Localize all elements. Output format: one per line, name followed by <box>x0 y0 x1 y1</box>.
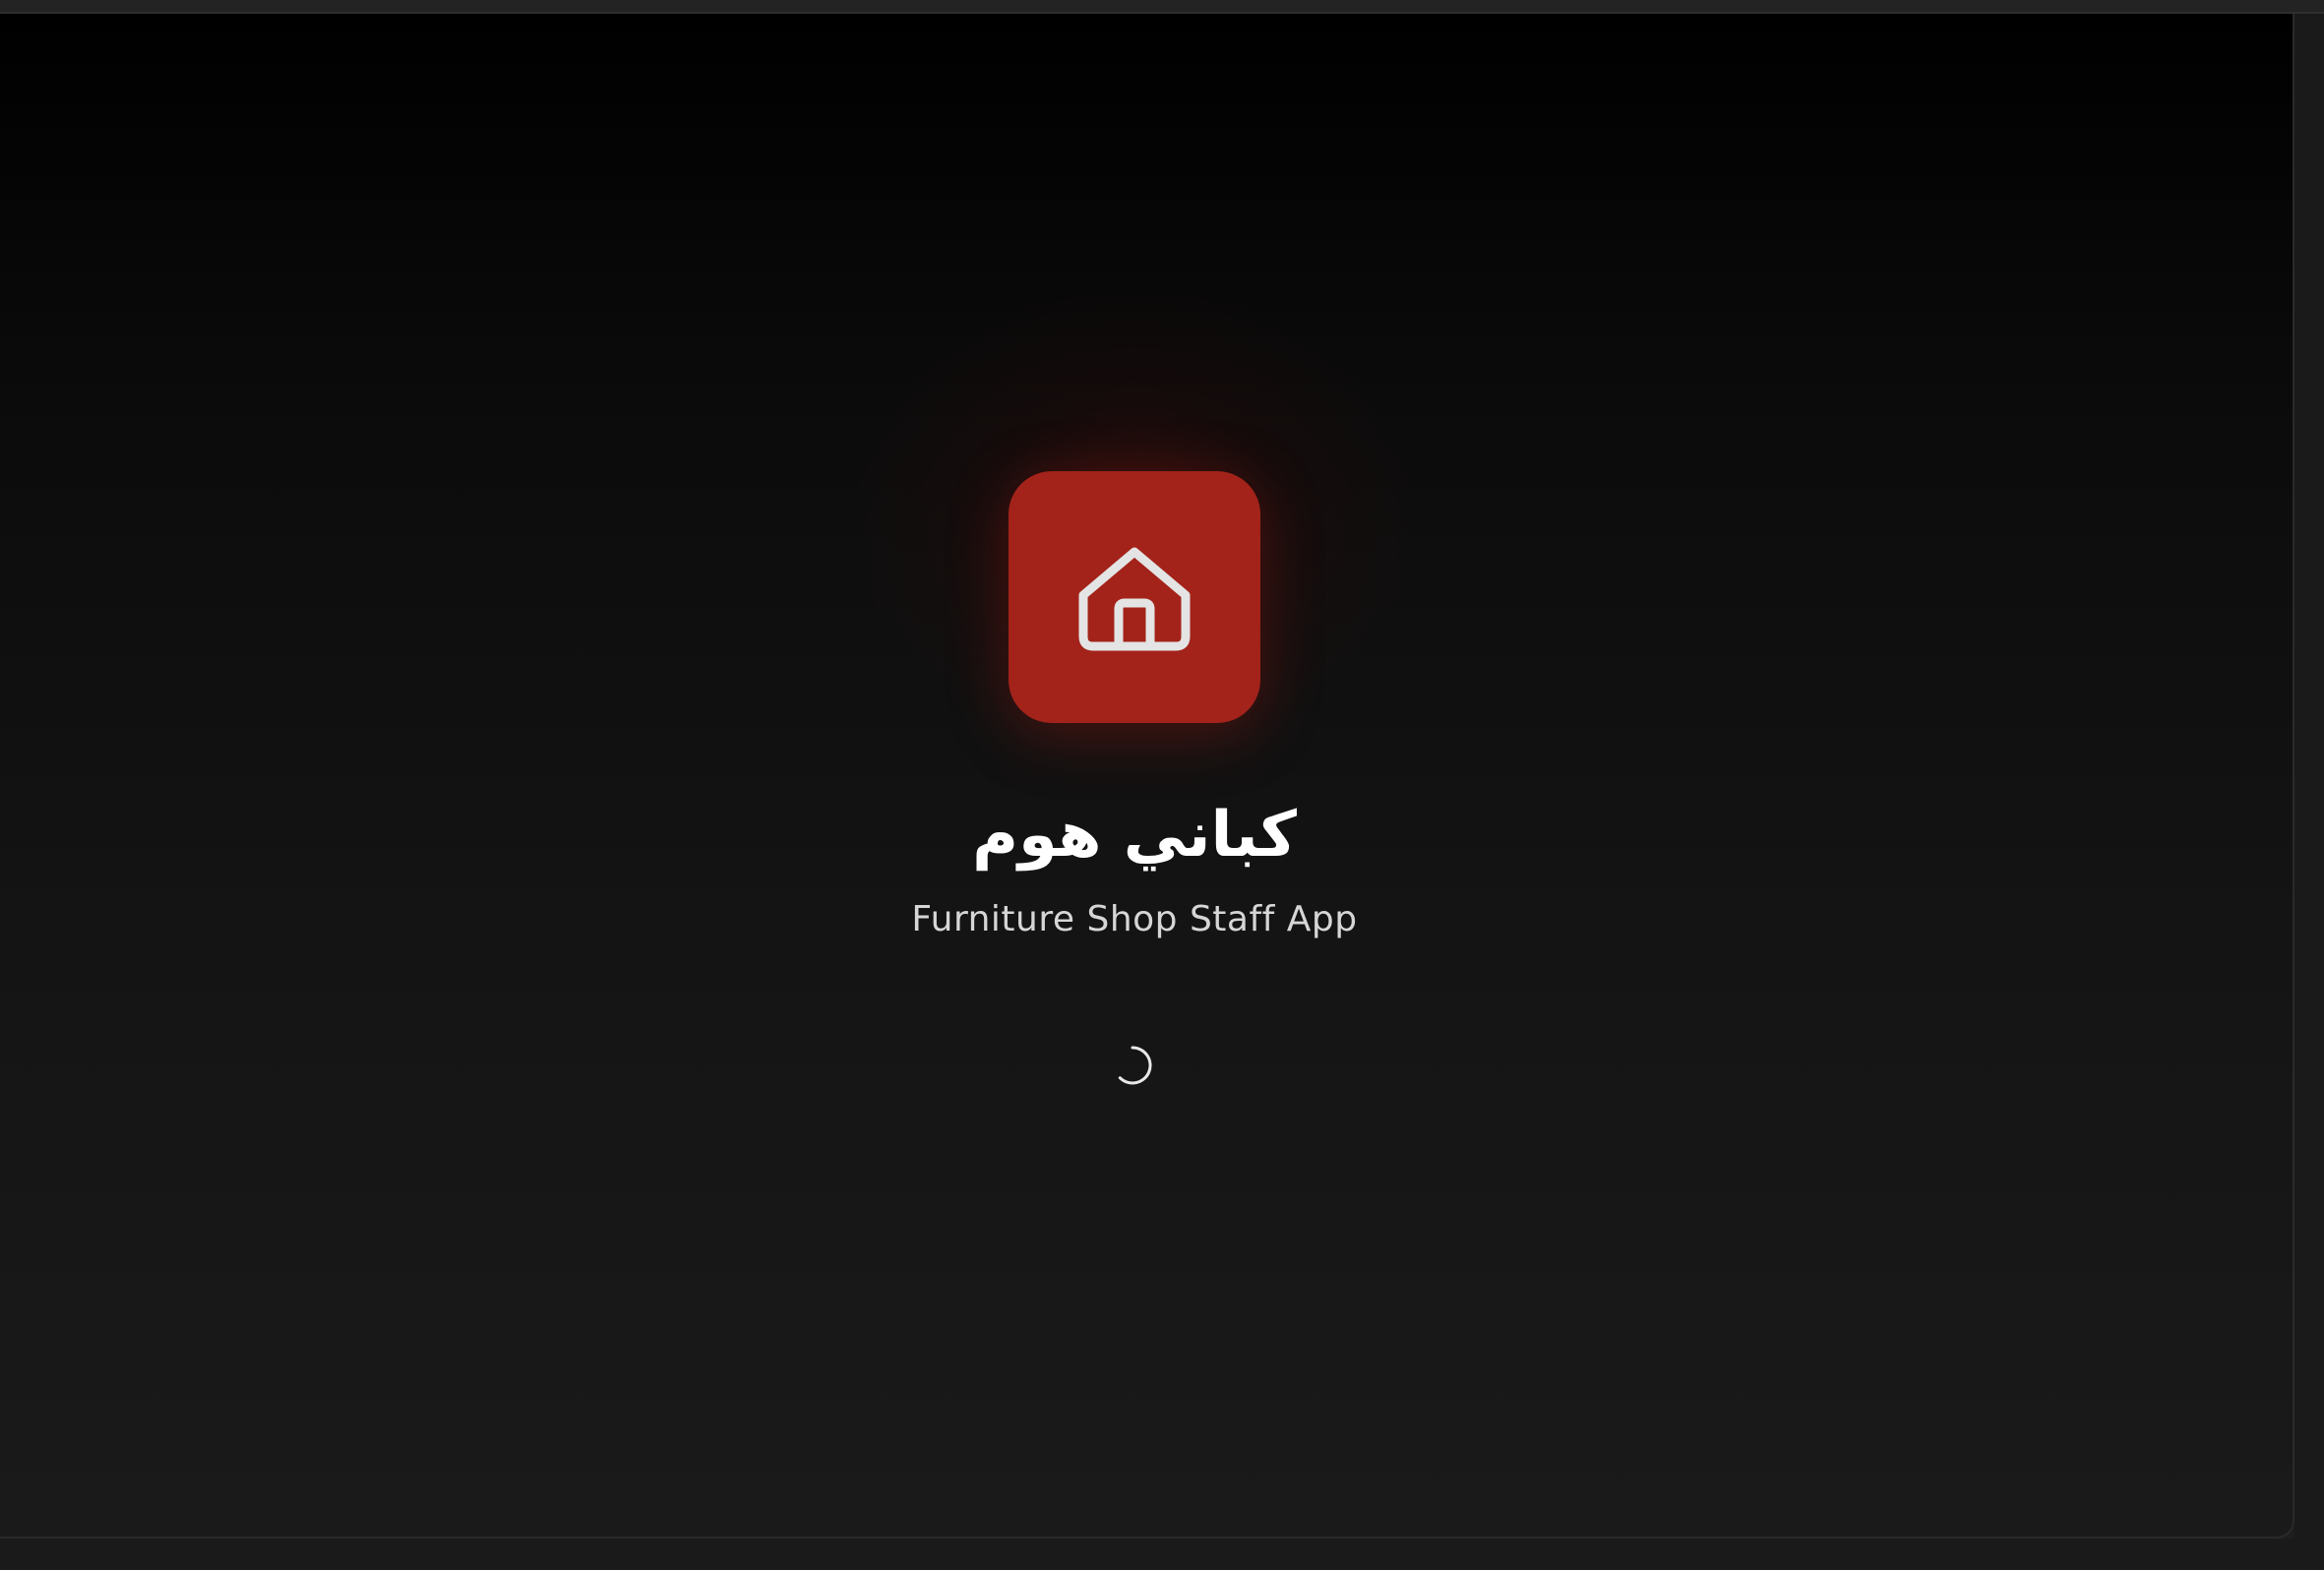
app-logo <box>1009 471 1260 723</box>
top-bar <box>0 0 2324 14</box>
right-gutter <box>2294 14 2324 1570</box>
app-subtitle: Furniture Shop Staff App <box>911 899 1358 939</box>
bottom-gutter <box>0 1539 2324 1570</box>
app-window: كباني هوم Furniture Shop Staff App <box>0 14 2294 1539</box>
screen: كباني هوم Furniture Shop Staff App <box>0 0 2324 1570</box>
app-name: كباني هوم <box>972 799 1297 872</box>
spinner-icon <box>1118 1046 1152 1085</box>
home-icon <box>1078 547 1191 651</box>
splash-screen: كباني هوم Furniture Shop Staff App <box>0 14 2293 1537</box>
